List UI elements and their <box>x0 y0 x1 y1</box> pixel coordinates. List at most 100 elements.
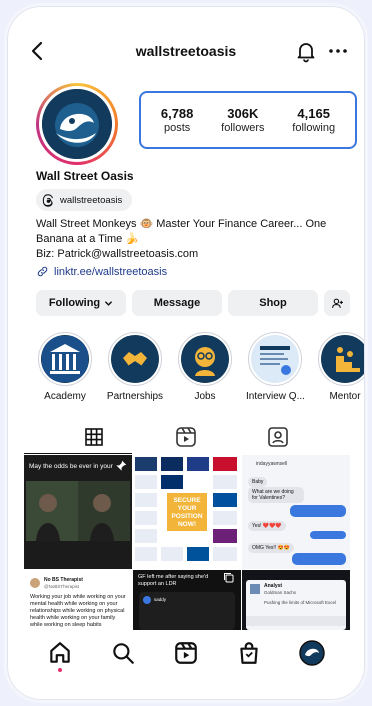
card-firm: Goldman Sachs <box>264 590 297 595</box>
link-icon <box>37 266 48 277</box>
message-label: Message <box>153 297 201 309</box>
chat-header: indayyawnsell <box>256 461 288 467</box>
logo-block <box>250 584 260 594</box>
shopping-bag-icon <box>240 642 258 664</box>
profile-stats: 6,788 posts 306K followers 4,165 followi… <box>139 91 357 149</box>
posts-count: 6,788 <box>160 106 194 121</box>
bio-line: Wall Street Monkeys 🐵 Master Your Financ… <box>36 218 327 230</box>
display-name: Wall Street Oasis <box>36 169 134 183</box>
search-icon <box>113 643 134 664</box>
chat-bubble: Baby <box>248 477 268 487</box>
profile-avatar-icon <box>299 640 326 666</box>
person-glasses-icon <box>182 336 228 382</box>
card-title: Analyst <box>264 583 283 589</box>
following-count: 4,165 <box>297 106 330 121</box>
multi-post-icon <box>224 573 234 583</box>
post-thumbnail[interactable]: indayyawnsell Baby What are we doing for… <box>242 455 350 569</box>
avatar <box>143 596 151 604</box>
chevron-down-icon <box>105 300 113 306</box>
highlight-label: Partnerships <box>106 391 164 402</box>
post-thumbnail[interactable]: GF left me after saying she'd support an… <box>133 570 241 630</box>
bottom-navigation <box>8 629 364 677</box>
chat-bubble: OMG Yes!! 😍😍 <box>248 543 295 553</box>
post-thumbnail[interactable]: No BS Therapist @NoBSTherapist Working y… <box>24 570 132 630</box>
shop-nav-item[interactable] <box>236 640 262 666</box>
tagged-tab-icon[interactable] <box>266 425 290 449</box>
post-title: GF left me after saying she'd support an… <box>138 574 209 587</box>
following-label: Following <box>48 297 101 309</box>
avatar <box>30 578 40 588</box>
shop-label: Shop <box>259 297 287 309</box>
handshake-icon <box>112 336 158 382</box>
threads-icon <box>42 193 53 207</box>
highlight-partnerships[interactable]: Partnerships <box>106 332 164 402</box>
reels-nav-item[interactable] <box>173 640 199 666</box>
post-promo-text: SECURE YOUR POSITION NOW! <box>171 497 203 528</box>
highlight-interview-questions[interactable]: Interview Q... <box>246 332 304 402</box>
shop-button[interactable]: Shop <box>228 290 318 316</box>
search-nav-item[interactable] <box>110 640 136 666</box>
followers-stat[interactable]: 306K followers <box>221 106 264 134</box>
highlight-jobs[interactable]: Jobs <box>176 332 234 402</box>
posts-grid: May the odds be ever in your SECURE YOUR… <box>24 455 350 630</box>
tweet-author: No BS Therapist <box>44 577 83 583</box>
message-button[interactable]: Message <box>132 290 222 316</box>
post-thumbnail[interactable]: May the odds be ever in your <box>24 455 132 569</box>
highlight-label: Academy <box>44 391 86 402</box>
threads-handle: wallstreetoasis <box>60 194 123 206</box>
profile-avatar[interactable] <box>36 83 118 165</box>
following-stat[interactable]: 4,165 following <box>292 106 335 134</box>
home-icon <box>49 642 70 663</box>
reels-icon <box>175 642 197 664</box>
profile-actions: Following Message Shop <box>36 290 350 316</box>
bio-line: Biz: Patrick@wallstreetoasis.com <box>36 248 199 260</box>
followers-count: 306K <box>227 106 259 121</box>
link-text: linktr.ee/wallstreetoasis <box>54 265 168 278</box>
home-nav-item[interactable] <box>47 640 73 672</box>
pinned-icon <box>116 460 127 471</box>
highlight-mentor[interactable]: Mentor <box>316 332 364 402</box>
phone-frame: wallstreetoasis 6,788 posts 306K followe… <box>7 6 365 700</box>
post-thumbnail[interactable]: Analyst Goldman Sachs Pushing the limits… <box>242 570 350 630</box>
profile-bio: Wall Street Monkeys 🐵 Master Your Financ… <box>36 217 346 262</box>
post-thumbnail[interactable]: SECURE YOUR POSITION NOW! <box>133 455 241 569</box>
following-label: following <box>292 122 336 134</box>
chat-bubble: Yes! ❤️❤️❤️ <box>248 521 286 531</box>
card-footer <box>246 616 346 626</box>
columns-icon <box>42 336 88 382</box>
notification-dot <box>57 668 62 672</box>
grid-tab-icon[interactable] <box>82 425 106 449</box>
reels-tab-icon[interactable] <box>174 425 198 449</box>
following-button[interactable]: Following <box>36 290 126 316</box>
notification-bell-icon[interactable] <box>294 39 318 63</box>
question-card-icon <box>252 336 298 382</box>
chat-bubble-sent <box>292 553 346 565</box>
active-tab-indicator <box>24 453 132 454</box>
followers-label: followers <box>221 122 265 134</box>
highlight-academy[interactable]: Academy <box>36 332 94 402</box>
profile-nav-item[interactable] <box>299 640 326 666</box>
bio-line: Banana at a Time 🍌 <box>36 233 139 245</box>
monkey-logo-icon <box>42 89 112 159</box>
highlight-label: Mentor <box>329 391 361 402</box>
more-options-icon[interactable] <box>326 39 350 63</box>
tweet-handle: @NoBSTherapist <box>44 584 80 589</box>
add-person-icon <box>331 298 343 308</box>
mentor-climb-icon <box>322 336 364 382</box>
posts-label: posts <box>163 122 191 134</box>
threads-badge[interactable]: wallstreetoasis <box>36 189 133 211</box>
posts-stat[interactable]: 6,788 posts <box>161 106 194 134</box>
highlight-label: Jobs <box>194 391 216 402</box>
suggest-people-button[interactable] <box>324 290 350 316</box>
highlight-label: Interview Q... <box>246 391 304 402</box>
post-username: saddy <box>154 597 167 602</box>
story-highlights: Academy Partnerships Jobs Interview Q...… <box>36 332 364 402</box>
top-bar: wallstreetoasis <box>8 37 364 69</box>
profile-link[interactable]: linktr.ee/wallstreetoasis <box>36 265 167 278</box>
chat-bubble-sent <box>310 531 346 539</box>
tweet-text: Working your job while working on your m… <box>30 594 126 628</box>
chat-bubble: What are we doing for Valentines? <box>248 487 304 503</box>
chat-bubble-sent <box>290 505 346 517</box>
card-detail: Pushing the limits of Microsoft Excel <box>264 600 337 605</box>
content-tabs <box>8 425 364 453</box>
